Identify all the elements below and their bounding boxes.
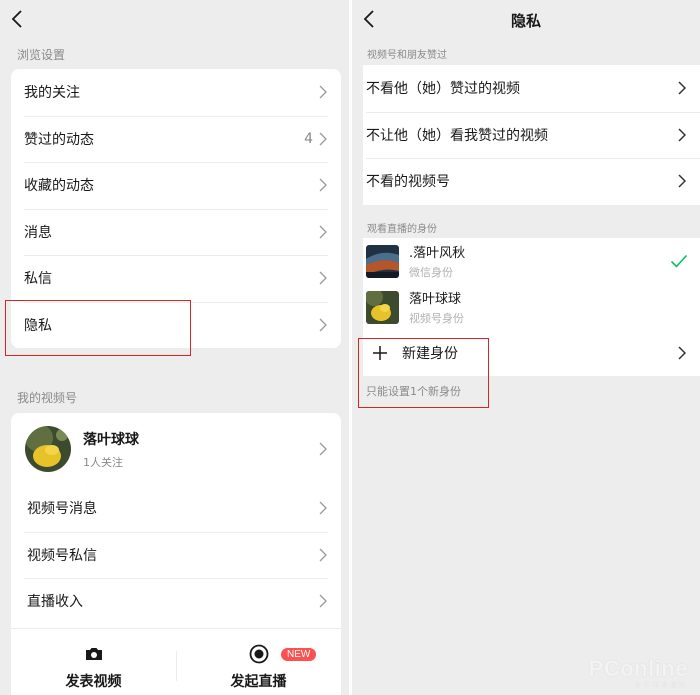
menu-item-hide-their-likes[interactable]: 不看他（她）赞过的视频 [363,65,700,112]
chevron-right-icon [319,132,327,146]
check-icon [670,253,688,269]
identity-type: 视频号身份 [409,312,464,325]
chevron-right-icon [678,174,686,188]
identity-option-channel[interactable]: 落叶球球 视频号身份 [363,284,700,330]
chevron-right-icon [678,346,686,360]
identity-name: 落叶球球 [409,292,462,307]
identity-option-wechat[interactable]: .落叶风秋 微信身份 [363,238,700,284]
channel-avatar [25,426,71,472]
menu-item-channel-direct-messages[interactable]: 视频号私信 [11,531,341,579]
channel-followers: 1人关注 [83,455,123,469]
chevron-right-icon [678,81,686,95]
menu-item-label: 消息 [24,224,52,241]
camera-icon [83,643,105,665]
new-identity-highlight-box [358,338,489,408]
start-live-button[interactable]: 发起直播 NEW [176,629,341,695]
menu-item-label: 视频号私信 [27,547,97,564]
identity-avatar [366,290,399,324]
menu-item-liked[interactable]: 赞过的动态 4 [11,115,341,163]
menu-item-messages[interactable]: 消息 [11,208,341,256]
menu-item-live-income[interactable]: 直播收入 [11,578,341,625]
chevron-right-icon [319,548,327,562]
likes-section-label: 视频号和朋友赞过 [367,50,447,61]
identity-avatar [366,244,399,278]
chevron-left-icon [11,10,22,28]
channel-profile-row[interactable]: 落叶球球 1人关注 [11,413,341,485]
liked-count: 4 [304,130,313,147]
browse-settings-screen: 浏览设置 我的关注 赞过的动态 4 收藏的动态 消息 私信 隐私 我的视频号 落… [0,0,349,695]
identity-type: 微信身份 [409,266,453,279]
privacy-highlight-box [5,300,191,356]
browse-section-label: 浏览设置 [17,48,66,62]
menu-item-label: 我的关注 [24,85,80,102]
chevron-right-icon [319,501,327,515]
menu-item-label: 不看的视频号 [366,174,450,191]
channel-action-bar: 发表视频 发起直播 NEW [11,628,341,695]
chevron-right-icon [319,85,327,99]
menu-item-label: 视频号消息 [27,501,97,518]
watermark-brand: PConline [588,656,688,681]
chevron-right-icon [319,594,327,608]
my-channel-card: 落叶球球 1人关注 视频号消息 视频号私信 直播收入 [11,413,341,628]
identity-name: .落叶风秋 [409,246,466,261]
start-live-label: 发起直播 [230,674,287,690]
channel-name: 落叶球球 [83,431,139,448]
menu-item-label: 私信 [24,271,52,288]
identity-section-label: 观看直播的身份 [367,224,437,235]
menu-item-label: 直播收入 [27,594,83,611]
menu-item-label: 收藏的动态 [24,178,94,195]
chevron-right-icon [319,318,327,332]
watermark: PConline 太平洋电脑网 [589,656,688,690]
menu-item-blocked-channels[interactable]: 不看的视频号 [363,158,700,205]
record-icon [248,643,270,665]
channel-section-label: 我的视频号 [17,391,78,405]
chevron-right-icon [678,128,686,142]
menu-item-favorites[interactable]: 收藏的动态 [11,162,341,209]
chevron-right-icon [319,178,327,192]
back-button[interactable] [6,7,30,31]
chevron-right-icon [319,442,327,456]
privacy-screen: 隐私 视频号和朋友赞过 不看他（她）赞过的视频 不让他（她）看我赞过的视频 不看… [352,0,700,695]
menu-item-direct-messages[interactable]: 私信 [11,255,341,302]
menu-item-label: 赞过的动态 [24,131,94,148]
menu-item-channel-messages[interactable]: 视频号消息 [11,485,341,532]
chevron-right-icon [319,225,327,239]
menu-item-hide-my-likes[interactable]: 不让他（她）看我赞过的视频 [363,111,700,159]
new-badge: NEW [281,648,317,661]
post-video-label: 发表视频 [65,674,122,690]
menu-item-label: 不看他（她）赞过的视频 [366,81,520,98]
menu-item-label: 不让他（她）看我赞过的视频 [366,127,548,144]
page-title: 隐私 [510,12,541,30]
chevron-right-icon [319,271,327,285]
likes-settings-card: 不看他（她）赞过的视频 不让他（她）看我赞过的视频 不看的视频号 [363,65,700,205]
menu-item-following[interactable]: 我的关注 [11,69,341,116]
post-video-button[interactable]: 发表视频 [11,629,176,695]
